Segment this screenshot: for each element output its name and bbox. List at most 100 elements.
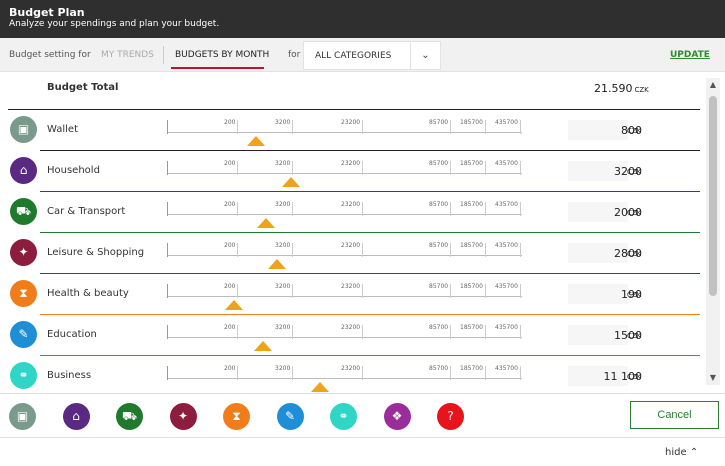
- budget-slider[interactable]: 200 3200 23200 85700 185700 435700: [167, 118, 522, 148]
- slider-tick: [362, 120, 363, 134]
- title-bar: Budget Plan Analyze your spendings and p…: [0, 0, 725, 38]
- slider-tick-label: 3200: [275, 160, 291, 167]
- slider-start-tick: [167, 161, 168, 175]
- for-label: for: [288, 50, 301, 60]
- slider-tick: [485, 161, 486, 175]
- scroll-down-icon[interactable]: ▼: [706, 371, 720, 385]
- slider-tick: [520, 202, 521, 216]
- tab-separator: [163, 46, 164, 64]
- business-icon: ⚭: [10, 362, 37, 389]
- slider-tick-label: 200: [224, 160, 236, 167]
- slider-tick-label: 200: [224, 119, 236, 126]
- slider-tick: [450, 161, 451, 175]
- tab-my-trends[interactable]: MY TRENDS: [101, 50, 154, 60]
- slider-tick-label: 23200: [341, 119, 361, 126]
- slider-track: [167, 132, 522, 133]
- budget-slider[interactable]: 200 3200 23200 85700 185700 435700: [167, 241, 522, 271]
- category-row[interactable]: ⌂ Household 200 3200 23200 85700 185700 435700 3…: [8, 151, 700, 192]
- slider-tick-label: 200: [224, 324, 236, 331]
- category-row[interactable]: ✦ Leisure & Shopping 200 3200 23200 85700 1857…: [8, 233, 700, 274]
- household-icon[interactable]: ⌂: [62, 403, 90, 430]
- slider-handle[interactable]: [246, 136, 265, 146]
- slider-tick-label: 85700: [429, 324, 449, 331]
- ticket-icon[interactable]: ✦: [169, 403, 197, 430]
- amount-field[interactable]: [568, 284, 628, 304]
- category-row[interactable]: ▣ Wallet 200 3200 23200 85700 185700 435700 800 C…: [8, 110, 700, 151]
- category-name: Education: [47, 329, 97, 340]
- slider-handle[interactable]: [225, 300, 244, 310]
- category-currency: CZK: [627, 209, 642, 217]
- scroll-up-icon[interactable]: ▲: [706, 78, 720, 92]
- tab-budgets-by-month[interactable]: BUDGETS BY MONTH: [175, 50, 269, 60]
- slider-tick: [237, 120, 238, 134]
- category-row[interactable]: ✎ Education 200 3200 23200 85700 185700 435700 1…: [8, 315, 700, 356]
- budget-slider[interactable]: 200 3200 23200 85700 185700 435700: [167, 364, 522, 393]
- car-icon[interactable]: ⛟: [116, 403, 143, 430]
- slider-tick-label: 435700: [495, 119, 518, 126]
- slider-tick: [450, 202, 451, 216]
- slider-track: [167, 378, 522, 379]
- gift-icon[interactable]: ❖: [383, 403, 411, 430]
- chevron-up-icon: ⌃: [689, 447, 699, 458]
- slider-handle[interactable]: [253, 341, 272, 351]
- slider-tick-label: 435700: [495, 201, 518, 208]
- pen-icon[interactable]: ✎: [276, 403, 304, 430]
- category-row[interactable]: ⛟ Car & Transport 200 3200 23200 85700 185700 4…: [8, 192, 700, 233]
- slider-tick-label: 85700: [429, 242, 449, 249]
- question-icon[interactable]: ?: [437, 403, 464, 430]
- budget-total-currency: CZK: [634, 86, 649, 94]
- slider-tick: [237, 202, 238, 216]
- budget-slider[interactable]: 200 3200 23200 85700 185700 435700: [167, 159, 522, 189]
- slider-tick: [520, 284, 521, 298]
- slider-tick-label: 185700: [460, 365, 483, 372]
- chevron-down-icon[interactable]: ⌄: [410, 42, 440, 69]
- budget-slider[interactable]: 200 3200 23200 85700 185700 435700: [167, 200, 522, 230]
- slider-tick-label: 23200: [341, 283, 361, 290]
- slider-tick: [292, 284, 293, 298]
- category-row[interactable]: ⧗ Health & beauty 200 3200 23200 85700 185700 4…: [8, 274, 700, 315]
- slider-tick: [292, 366, 293, 380]
- slider-tick-label: 3200: [275, 201, 291, 208]
- category-select-value: ALL CATEGORIES: [315, 51, 392, 61]
- slider-tick-label: 23200: [341, 242, 361, 249]
- scrollbar[interactable]: ▲ ▼: [706, 78, 720, 385]
- slider-tick-label: 185700: [460, 242, 483, 249]
- wallet-icon[interactable]: ▣: [9, 403, 36, 430]
- slider-tick-label: 3200: [275, 119, 291, 126]
- slider-handle[interactable]: [257, 218, 276, 228]
- slider-tick: [292, 202, 293, 216]
- category-select[interactable]: ALL CATEGORIES ⌄: [303, 41, 441, 70]
- budget-total-value: 21.590: [594, 82, 633, 95]
- business-icon[interactable]: ⚭: [330, 403, 357, 430]
- amount-field[interactable]: [568, 120, 628, 140]
- hourglass-icon: ⧗: [10, 280, 37, 307]
- slider-handle[interactable]: [282, 177, 301, 187]
- page-title: Budget Plan: [9, 6, 85, 19]
- slider-tick: [362, 284, 363, 298]
- category-name: Car & Transport: [47, 206, 126, 217]
- slider-tick: [485, 120, 486, 134]
- budget-total-row: Budget Total 21.590 CZK: [8, 72, 700, 110]
- category-row[interactable]: ⚭ Business 200 3200 23200 85700 185700 435700 11…: [8, 356, 700, 393]
- slider-start-tick: [167, 243, 168, 257]
- slider-track: [167, 296, 522, 297]
- cancel-button[interactable]: Cancel: [630, 401, 719, 429]
- slider-tick: [362, 325, 363, 339]
- slider-tick: [520, 243, 521, 257]
- slider-track: [167, 255, 522, 256]
- slider-tick: [237, 243, 238, 257]
- slider-tick-label: 23200: [341, 201, 361, 208]
- slider-handle[interactable]: [310, 382, 329, 392]
- slider-tick-label: 23200: [341, 160, 361, 167]
- update-link[interactable]: UPDATE: [670, 50, 710, 60]
- budget-slider[interactable]: 200 3200 23200 85700 185700 435700: [167, 323, 522, 353]
- slider-tick: [237, 284, 238, 298]
- hide-button[interactable]: hide ⌃: [665, 447, 698, 458]
- slider-tick-label: 3200: [275, 365, 291, 372]
- scrollbar-thumb[interactable]: [709, 96, 717, 296]
- slider-handle[interactable]: [268, 259, 287, 269]
- slider-tick-label: 85700: [429, 160, 449, 167]
- budget-slider[interactable]: 200 3200 23200 85700 185700 435700: [167, 282, 522, 312]
- hourglass-icon[interactable]: ⧗: [223, 403, 250, 430]
- category-name: Household: [47, 165, 100, 176]
